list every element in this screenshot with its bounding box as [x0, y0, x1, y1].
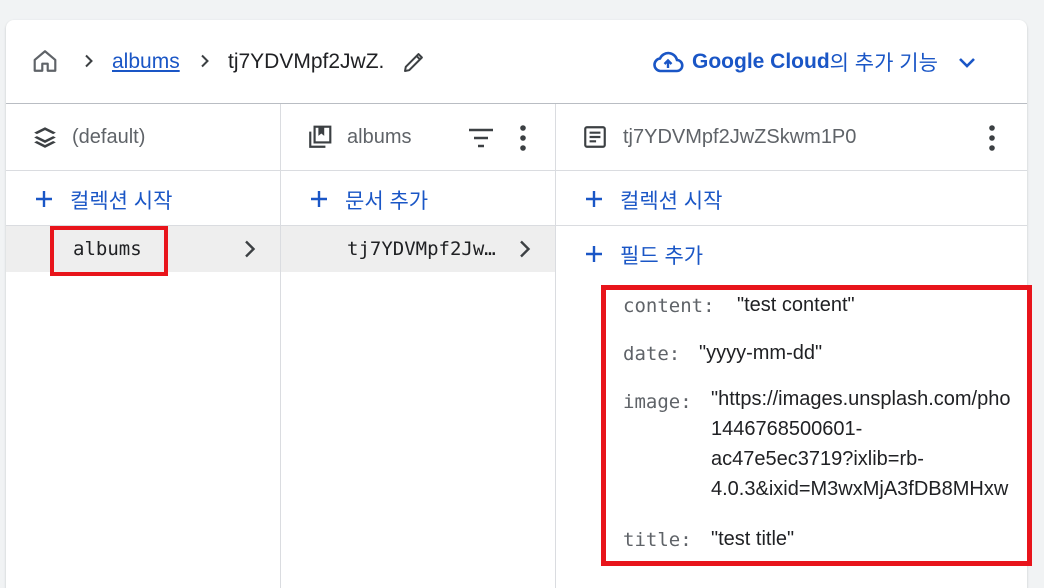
start-collection-label: 컬렉션 시작: [70, 190, 173, 213]
start-collection-button[interactable]: 컬렉션 시작: [6, 171, 280, 226]
plus-icon: [586, 191, 602, 207]
home-icon[interactable]: [32, 48, 58, 74]
root-column-title: (default): [72, 126, 146, 148]
add-field-button[interactable]: 필드 추가: [556, 226, 1027, 281]
google-cloud-brand: Google Cloud: [692, 50, 830, 73]
add-document-button[interactable]: 문서 추가: [281, 171, 555, 226]
root-column: (default) 컬렉션 시작 albums: [6, 104, 281, 588]
chevron-right-icon: [520, 240, 531, 258]
document-column-header: tj7YDVMpf2JwZSkwm1P0: [556, 104, 1027, 171]
pencil-icon[interactable]: [402, 50, 426, 74]
chevron-right-icon: [201, 54, 209, 68]
cloud-upload-icon: [653, 51, 684, 73]
start-subcollection-button[interactable]: 컬렉션 시작: [556, 171, 1027, 226]
highlight-box-collection: [50, 226, 168, 276]
plus-icon: [36, 191, 52, 207]
start-subcollection-label: 컬렉션 시작: [620, 190, 723, 213]
more-vert-icon[interactable]: [511, 124, 535, 152]
more-vert-icon[interactable]: [980, 124, 1004, 152]
add-field-label: 필드 추가: [620, 245, 704, 268]
collection-icon: [309, 125, 332, 148]
root-column-header: (default): [6, 104, 280, 171]
highlight-box-fields: [601, 285, 1032, 566]
chevron-right-icon: [245, 240, 256, 258]
chevron-down-icon: [959, 58, 975, 68]
google-cloud-suffix: 의 추가 기능: [829, 52, 938, 75]
collection-column: albums 문서 추가 tj7YDVMpf2Jw…: [281, 104, 556, 588]
add-document-label: 문서 추가: [345, 190, 429, 213]
document-id: tj7YDVMpf2Jw…: [347, 238, 496, 260]
document-icon: [584, 126, 606, 148]
database-stack-icon: [34, 127, 56, 148]
document-column-title: tj7YDVMpf2JwZSkwm1P0: [623, 126, 857, 148]
document-list-item[interactable]: tj7YDVMpf2Jw…: [281, 226, 555, 272]
chevron-right-icon: [85, 54, 93, 68]
plus-icon: [586, 246, 602, 262]
filter-icon[interactable]: [467, 126, 495, 150]
breadcrumb-collection-link[interactable]: albums: [112, 50, 180, 74]
collection-column-header: albums: [281, 104, 555, 171]
collection-column-title: albums: [347, 126, 412, 148]
breadcrumb: albums tj7YDVMpf2JwZ. Google Cloud 의 추가 …: [6, 20, 1027, 104]
plus-icon: [311, 191, 327, 207]
google-cloud-extras-button[interactable]: Google Cloud 의 추가 기능: [652, 46, 978, 78]
breadcrumb-document-id: tj7YDVMpf2JwZ.: [228, 50, 385, 73]
